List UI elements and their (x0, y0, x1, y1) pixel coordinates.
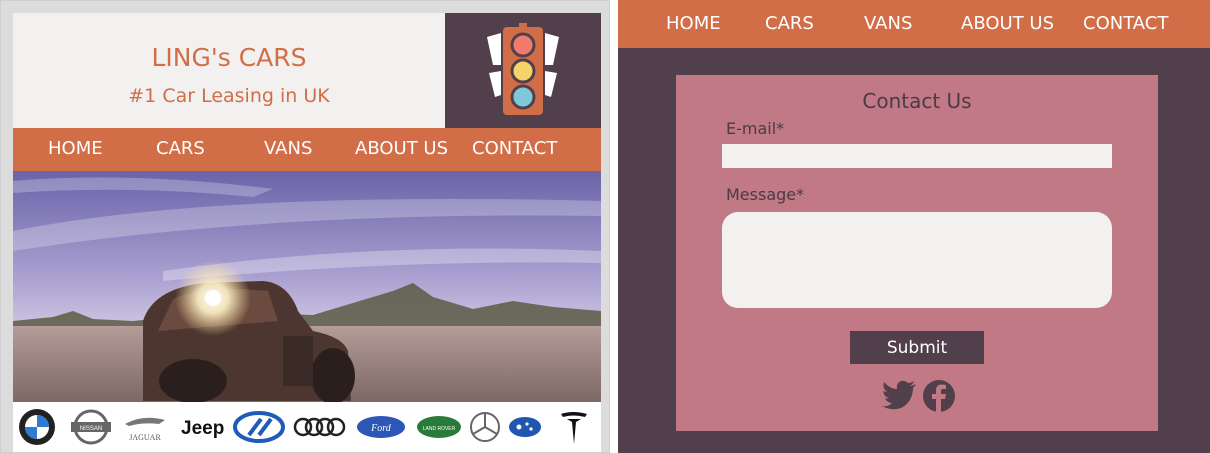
site-header: LING's CARS #1 Car Leasing in UK (13, 13, 601, 128)
jeep-logo-icon: Jeep (181, 418, 224, 439)
ford-logo-icon: Ford (357, 416, 405, 438)
nav-vans[interactable]: VANS (264, 138, 312, 159)
land-rover-logo-icon: LAND ROVER (417, 416, 461, 438)
logo-container[interactable] (445, 13, 601, 128)
svg-text:JAGUAR: JAGUAR (129, 433, 161, 442)
svg-text:Ford: Ford (370, 423, 392, 434)
desktop-page-preview: LING's CARS #1 Car Leasing in UK HOME CA… (0, 0, 610, 453)
nav-vans[interactable]: VANS (864, 13, 912, 34)
message-label: Message* (726, 185, 805, 204)
nav-about-us[interactable]: ABOUT US (961, 13, 1054, 34)
nav-cars[interactable]: CARS (765, 13, 814, 34)
hero-image-vintage-car (13, 171, 601, 402)
svg-text:LAND ROVER: LAND ROVER (423, 426, 456, 432)
nav-contact[interactable]: CONTACT (472, 138, 557, 159)
contact-page-preview: HOME CARS VANS ABOUT US CONTACT Contact … (618, 0, 1210, 453)
main-nav: HOME CARS VANS ABOUT US CONTACT (13, 128, 601, 171)
hyundai-logo-icon (233, 411, 285, 443)
form-title: Contact Us (862, 89, 972, 113)
subaru-logo-icon (509, 417, 541, 437)
email-label: E-mail* (726, 119, 785, 138)
contact-form: Contact Us E-mail* Message* Submit (676, 75, 1158, 431)
contact-nav: HOME CARS VANS ABOUT US CONTACT (618, 0, 1210, 48)
tesla-logo-icon (561, 412, 587, 444)
bmw-logo-icon (19, 409, 55, 445)
facebook-icon[interactable] (922, 379, 956, 413)
nissan-logo-icon: NISSAN (71, 409, 111, 445)
nav-home[interactable]: HOME (48, 138, 103, 159)
site-subtitle: #1 Car Leasing in UK (128, 85, 330, 107)
message-field[interactable] (722, 212, 1112, 308)
submit-button[interactable]: Submit (850, 331, 984, 364)
page-content: LING's CARS #1 Car Leasing in UK HOME CA… (13, 13, 601, 452)
audi-logo-icon (293, 417, 346, 437)
site-title[interactable]: LING's CARS (13, 43, 445, 72)
twitter-icon[interactable] (882, 379, 918, 411)
nav-cars[interactable]: CARS (156, 138, 205, 159)
jaguar-logo-icon: JAGUAR (125, 417, 165, 442)
svg-text:NISSAN: NISSAN (80, 426, 102, 432)
mercedes-logo-icon (470, 412, 500, 442)
email-field[interactable] (722, 144, 1112, 168)
nav-home[interactable]: HOME (666, 13, 721, 34)
nav-contact[interactable]: CONTACT (1083, 13, 1168, 34)
traffic-light-icon (487, 23, 559, 115)
nav-about-us[interactable]: ABOUT US (355, 138, 448, 159)
brand-logos-strip: NISSAN JAGUAR Jeep Ford LAND ROVER (13, 402, 601, 452)
